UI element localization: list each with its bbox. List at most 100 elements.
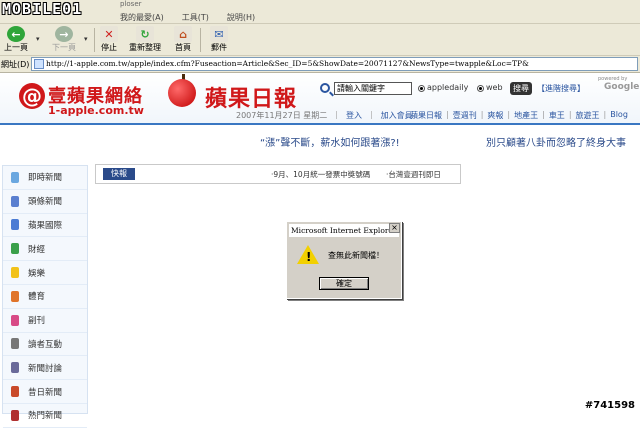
sidebar-item-label: 娛樂 (28, 268, 46, 279)
sidebar-item-label: 熱門新聞 (28, 411, 63, 422)
news-icon (11, 243, 19, 255)
daily-title[interactable]: 蘋果日報 (205, 81, 297, 113)
radio-appledaily-label: appledaily (427, 83, 469, 92)
menu-help[interactable]: 說明(H) (227, 12, 255, 23)
sidebar-item-headline[interactable]: 頭條新聞 (3, 190, 87, 214)
home-button[interactable]: ⌂ 首頁 (174, 26, 192, 53)
refresh-icon: ↻ (136, 26, 154, 42)
google-logo: Google (604, 82, 640, 92)
sidebar-item-archive[interactable]: 昔日新聞 (3, 380, 87, 404)
menu-items: 我的最愛(A) 工具(T) 說明(H) (120, 12, 255, 23)
address-bar: 網址(D) http://1-apple.com.tw/apple/index.… (0, 56, 640, 73)
ok-button[interactable]: 確定 (319, 277, 369, 290)
close-icon[interactable]: × (389, 223, 400, 233)
url-field[interactable]: http://1-apple.com.tw/apple/index.cfm?Fu… (31, 57, 638, 71)
radio-web[interactable] (477, 85, 484, 92)
radio-web-label: web (486, 83, 503, 92)
radio-appledaily[interactable] (418, 85, 425, 92)
mail-button[interactable]: ✉ 郵件 (210, 26, 228, 53)
flash-news-item[interactable]: ‧台灣壹週刊即日 (386, 169, 441, 180)
nav-sharp[interactable]: 爽報 (487, 110, 503, 121)
warning-exclamation: ! (306, 250, 312, 264)
watermark-id: #741598 (584, 400, 635, 411)
search-input[interactable]: 請輸入關鍵字 (334, 82, 412, 95)
sidebar-item-international[interactable]: 蘋果國際 (3, 214, 87, 238)
dialog-message: 查無此新聞檔！ (328, 251, 384, 260)
dialog-title[interactable]: Microsoft Internet Explorer (289, 224, 399, 237)
toolbar-divider (200, 28, 201, 52)
search-icon (320, 83, 330, 93)
mail-label: 郵件 (211, 43, 227, 52)
sidebar: 即時新聞 頭條新聞 蘋果國際 財經 娛樂 體育 副刊 讀者互動 新聞討論 昔日新… (2, 165, 88, 428)
calendar-icon (11, 386, 19, 398)
address-label: 網址(D) (1, 60, 30, 69)
forward-dropdown-icon[interactable]: ▾ (84, 35, 88, 43)
nav-property[interactable]: 地產王 (514, 110, 538, 121)
chart-icon (11, 409, 19, 421)
nav-nextmag[interactable]: 壹週刊 (453, 110, 477, 121)
sidebar-item-discussion[interactable]: 新聞討論 (3, 356, 87, 381)
back-dropdown-icon[interactable]: ▾ (36, 35, 40, 43)
sidebar-item-label: 即時新聞 (28, 173, 63, 184)
page-icon (34, 59, 44, 69)
sidebar-item-label: 頭條新聞 (28, 197, 63, 208)
advanced-search-link[interactable]: 【進階搜尋】 (537, 83, 585, 94)
search-button[interactable]: 搜尋 (510, 82, 532, 95)
forward-button[interactable]: → 下一頁 (52, 26, 76, 53)
current-date: 2007年11月27日 星期二 (236, 111, 328, 120)
sidebar-item-entertainment[interactable]: 娛樂 (3, 261, 87, 285)
menu-bar: MOBILE01 ploser 我的最愛(A) 工具(T) 說明(H) (0, 0, 640, 24)
sidebar-item-label: 蘋果國際 (28, 220, 63, 231)
back-button[interactable]: ← 上一頁 (4, 26, 28, 53)
separator: | (369, 110, 373, 119)
logo-at-icon[interactable]: @ (19, 83, 45, 109)
url-text: http://1-apple.com.tw/apple/index.cfm?Fu… (46, 59, 529, 68)
flash-news-bar: 快報 ‧9月、10月統一發票中獎號碼 ‧台灣壹週刊即日 (95, 164, 461, 184)
stop-button[interactable]: ✕ 停止 (100, 26, 118, 53)
back-label: 上一頁 (4, 43, 28, 52)
apple-logo-icon (168, 79, 196, 107)
nav-car[interactable]: 車王 (549, 110, 565, 121)
stop-icon: ✕ (100, 26, 118, 42)
site-header: @ 壹蘋果網絡 1-apple.com.tw 蘋果日報 請輸入關鍵字 apple… (0, 73, 640, 125)
menu-favorites[interactable]: 我的最愛(A) (120, 12, 164, 23)
home-label: 首頁 (175, 43, 191, 52)
sidebar-item-sports[interactable]: 體育 (3, 285, 87, 309)
home-icon: ⌂ (174, 26, 192, 42)
sidebar-item-supplement[interactable]: 副刊 (3, 309, 87, 333)
separator: | (507, 110, 511, 119)
sidebar-item-label: 新聞討論 (28, 363, 63, 374)
window-title: ploser (120, 0, 142, 8)
menu-tools[interactable]: 工具(T) (182, 12, 209, 23)
ticker-headline-1[interactable]: “漲”聲不斷，薪水如何跟著漲?! (260, 134, 400, 149)
watermark-logo: MOBILE01 (2, 0, 83, 18)
flash-news-item[interactable]: ‧9月、10月統一發票中獎號碼 (271, 169, 370, 180)
site-nav: 蘋果日報 | 壹週刊 | 爽報 | 地產王 | 車王 | 旅遊王 | Blog (410, 110, 628, 121)
forward-label: 下一頁 (52, 43, 76, 52)
separator: | (480, 110, 484, 119)
news-icon (11, 314, 19, 326)
sidebar-item-popular[interactable]: 熱門新聞 (3, 404, 87, 428)
sidebar-item-realtime[interactable]: 即時新聞 (3, 166, 87, 190)
nav-blog[interactable]: Blog (610, 110, 628, 121)
toolbar-divider (94, 28, 95, 52)
refresh-button[interactable]: ↻ 重新整理 (129, 26, 161, 53)
ticker-headline-2[interactable]: 別只顧著八卦而忽略了終身大事 (486, 134, 626, 149)
back-arrow-icon: ← (7, 26, 25, 42)
join-link[interactable]: 加入會員 (381, 110, 413, 121)
separator: | (542, 110, 545, 119)
site-logo-url[interactable]: 1-apple.com.tw (48, 104, 144, 117)
browser-toolbar: ← 上一頁 ▾ → 下一頁 ▾ ✕ 停止 ↻ 重新整理 ⌂ 首頁 ✉ 郵件 (0, 24, 640, 56)
mail-icon: ✉ (210, 26, 228, 42)
nav-appledaily[interactable]: 蘋果日報 (410, 110, 442, 121)
login-link[interactable]: 登入 (346, 110, 362, 121)
pencil-icon (11, 338, 19, 350)
alert-dialog: Microsoft Internet Explorer × ! 查無此新聞檔！ … (286, 221, 402, 299)
news-icon (11, 290, 19, 302)
news-icon (11, 171, 19, 183)
chat-icon (11, 362, 19, 374)
nav-travel[interactable]: 旅遊王 (576, 110, 600, 121)
stop-label: 停止 (101, 43, 117, 52)
sidebar-item-reader[interactable]: 讀者互動 (3, 333, 87, 357)
sidebar-item-finance[interactable]: 財經 (3, 237, 87, 262)
